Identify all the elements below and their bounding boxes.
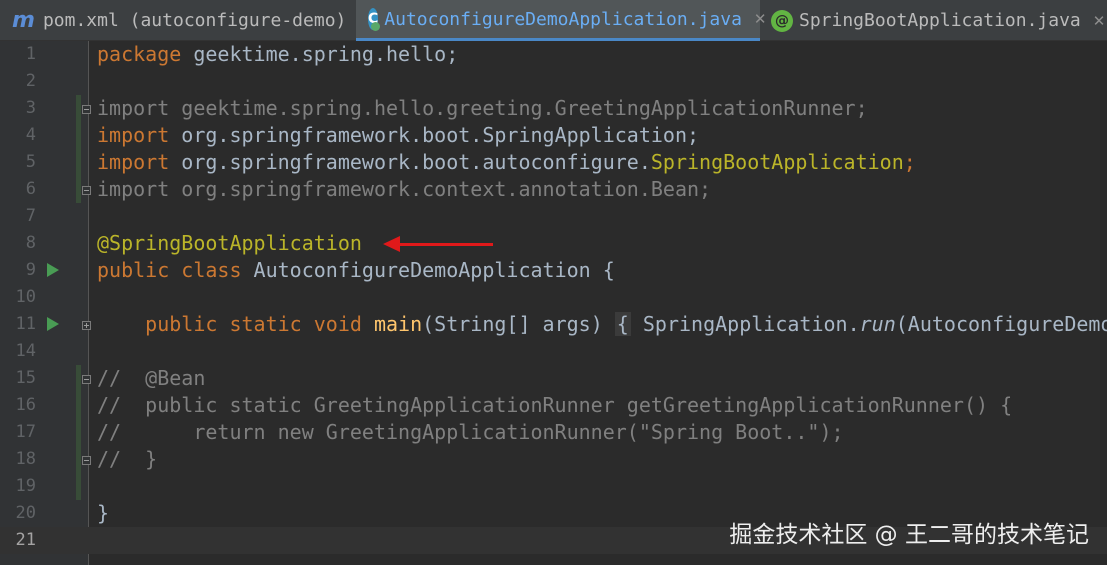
maven-m-icon: m [12, 7, 35, 33]
code-text: public static void main(String[] args) {… [97, 311, 1107, 338]
line-number: 11 [15, 314, 36, 334]
line-number: 18 [15, 449, 36, 469]
code-line: 7 [0, 203, 1107, 230]
comment-text: // @Bean [97, 366, 206, 390]
close-icon[interactable]: ✕ [1093, 12, 1106, 30]
line-number: 16 [15, 395, 36, 415]
code-token: org.springframework.boot.SpringApplicati… [169, 123, 700, 147]
tab-pom-xml[interactable]: m pom.xml (autoconfigure-demo) ✕ [12, 0, 371, 41]
tab-label: SpringBootApplication.java [799, 10, 1081, 31]
line-number: 9 [25, 260, 36, 280]
line-number: 14 [15, 341, 36, 361]
tab-spring-boot-application[interactable]: @ SpringBootApplication.java ✕ [771, 0, 1107, 41]
editor-tab-bar: m pom.xml (autoconfigure-demo) ✕ C Autoc… [0, 0, 1107, 41]
code-token: geektime.spring.hello; [181, 42, 459, 66]
annotation-token: SpringBootApplication [650, 150, 904, 174]
code-token: org.springframework.context.annotation.B… [169, 177, 712, 201]
fold-collapse-icon[interactable] [82, 105, 91, 114]
line-number: 10 [15, 287, 36, 307]
keyword: import [97, 177, 170, 201]
line-number: 5 [25, 152, 36, 172]
code-text: package geektime.spring.hello; [97, 41, 458, 68]
code-line: 16 // public static GreetingApplicationR… [0, 392, 1107, 419]
code-line: 11 public static void main(String[] args… [0, 311, 1107, 338]
code-line: 1 package geektime.spring.hello; [0, 41, 1107, 68]
annotation-icon: @ [771, 9, 793, 32]
line-number: 19 [15, 476, 36, 496]
keyword: import [97, 96, 170, 120]
code-line: 6 import org.springframework.context.ann… [0, 176, 1107, 203]
keyword: public static void [145, 312, 362, 336]
line-number: 21 [15, 530, 36, 550]
code-text: import org.springframework.context.annot… [97, 176, 711, 203]
code-editor[interactable]: 1 package geektime.spring.hello; 2 3 imp… [0, 41, 1107, 565]
comment-text: // return new GreetingApplicationRunner(… [97, 420, 844, 444]
annotation-token: @SpringBootApplication [97, 231, 362, 255]
line-number: 20 [15, 503, 36, 523]
keyword: import [97, 150, 170, 174]
comment-text: // } [97, 447, 158, 471]
code-token: org.springframework.boot.autoconfigure. [169, 150, 651, 174]
code-line: 5 import org.springframework.boot.autoco… [0, 149, 1107, 176]
code-token: SpringApplication. [630, 312, 860, 336]
keyword: package [97, 42, 182, 66]
folded-block-brace[interactable]: { [614, 312, 631, 336]
fold-collapse-icon[interactable] [82, 186, 91, 195]
code-text: import org.springframework.boot.autoconf… [97, 149, 916, 176]
code-line: 15 // @Bean [0, 365, 1107, 392]
line-number: 2 [25, 71, 36, 91]
code-line: 3 import geektime.spring.hello.greeting.… [0, 95, 1107, 122]
close-icon[interactable]: ✕ [754, 10, 767, 28]
static-method-call: run [859, 312, 896, 336]
line-number: 17 [15, 422, 36, 442]
run-gutter-icon[interactable] [47, 263, 59, 277]
tab-autoconfigure-demo-application[interactable]: C AutoconfigureDemoApplication.java ✕ [356, 0, 766, 41]
code-text: import org.springframework.boot.SpringAp… [97, 122, 699, 149]
tab-label: pom.xml (autoconfigure-demo) [42, 10, 347, 31]
red-arrow-annotation [398, 243, 493, 246]
code-line: 8 @SpringBootApplication [0, 230, 1107, 257]
code-token: ; [903, 150, 916, 174]
code-line: 4 import org.springframework.boot.Spring… [0, 122, 1107, 149]
line-number: 8 [25, 233, 36, 253]
method-name: main [373, 312, 423, 336]
code-text: } [97, 501, 110, 525]
code-token: AutoconfigureDemoApplication { [241, 258, 615, 282]
code-text: import geektime.spring.hello.greeting.Gr… [97, 95, 868, 122]
fold-collapse-icon[interactable] [82, 456, 91, 465]
fold-collapse-icon[interactable] [82, 375, 91, 384]
code-line: 14 [0, 338, 1107, 365]
fold-expand-icon[interactable] [82, 321, 91, 330]
red-arrow-head [383, 236, 400, 252]
run-gutter-icon[interactable] [47, 317, 59, 331]
code-line: 18 // } [0, 446, 1107, 473]
java-class-icon: C [368, 8, 381, 31]
line-number: 6 [25, 179, 36, 199]
comment-text: // public static GreetingApplicationRunn… [97, 393, 1013, 417]
code-token: (AutoconfigureDemoA [895, 312, 1107, 336]
code-line: 9 public class AutoconfigureDemoApplicat… [0, 257, 1107, 284]
tab-label: AutoconfigureDemoApplication.java [384, 8, 742, 30]
code-token: geektime.spring.hello.greeting.GreetingA… [169, 96, 868, 120]
line-number: 3 [25, 98, 36, 118]
code-line: 17 // return new GreetingApplicationRunn… [0, 419, 1107, 446]
code-text: public class AutoconfigureDemoApplicatio… [97, 257, 615, 284]
line-number: 1 [25, 44, 36, 64]
code-line: 19 [0, 473, 1107, 500]
keyword: import [97, 123, 170, 147]
watermark-text: 掘金技术社区 @ 王二哥的技术笔记 [729, 522, 1089, 548]
code-line: 10 [0, 284, 1107, 311]
line-number: 15 [15, 368, 36, 388]
code-token: (String[] args) [422, 312, 615, 336]
line-number: 4 [25, 125, 36, 145]
line-number: 7 [25, 206, 36, 226]
keyword: public class [97, 258, 242, 282]
code-text: @SpringBootApplication [97, 230, 362, 257]
code-line: 2 [0, 68, 1107, 95]
